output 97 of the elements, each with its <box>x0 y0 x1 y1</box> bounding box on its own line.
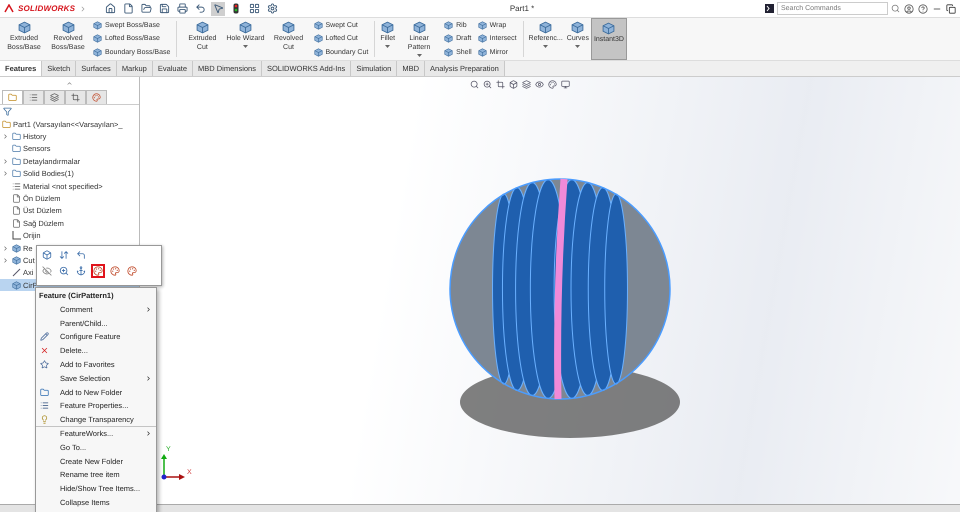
origin-icon <box>12 231 21 240</box>
cube-icon <box>238 21 252 34</box>
printer-icon[interactable] <box>175 2 190 16</box>
toolbar-button[interactable] <box>40 264 54 278</box>
panel-tab[interactable] <box>86 90 107 104</box>
collapse-icon[interactable] <box>66 80 73 86</box>
cube-icon <box>412 21 426 34</box>
list-icon <box>12 182 21 191</box>
sort-icon <box>59 250 69 260</box>
pointer-icon[interactable] <box>211 2 226 16</box>
palette-icon <box>92 92 101 102</box>
folder-icon <box>12 169 21 178</box>
caret-icon <box>242 44 248 48</box>
cube-icon <box>12 256 21 265</box>
toolbar-button[interactable] <box>91 264 105 278</box>
cube-icon[interactable] <box>509 80 518 89</box>
toolbar-button[interactable] <box>57 264 71 278</box>
search-icon[interactable] <box>470 80 479 89</box>
folder-icon <box>40 388 49 397</box>
axis-icon <box>12 268 21 278</box>
monitor-icon[interactable] <box>561 80 570 89</box>
caret-icon <box>385 44 390 48</box>
panel-tab[interactable] <box>44 90 65 104</box>
toolbar-button[interactable] <box>74 264 88 278</box>
panel-tab[interactable] <box>65 90 86 104</box>
zoom-icon[interactable] <box>483 80 492 89</box>
app-brand: SOLIDWORKS <box>18 4 76 13</box>
window-title: Part1 * <box>508 4 536 13</box>
list-icon <box>29 92 38 102</box>
grid-icon[interactable] <box>247 2 262 16</box>
expand-icon[interactable] <box>2 133 9 140</box>
cube-icon <box>93 34 102 44</box>
terminal-icon <box>765 4 774 13</box>
eye-icon[interactable] <box>535 80 544 89</box>
folder-icon <box>12 156 21 166</box>
cube-icon <box>12 244 21 253</box>
save-icon[interactable] <box>157 2 172 16</box>
settings-icon[interactable] <box>265 2 280 16</box>
restore-icon[interactable] <box>946 4 956 14</box>
folder-icon[interactable] <box>139 2 154 16</box>
crop-icon[interactable] <box>496 80 505 89</box>
cube-icon <box>314 48 322 57</box>
panel-tab[interactable] <box>23 90 44 104</box>
layers-icon[interactable] <box>522 80 531 89</box>
pencil-icon <box>40 332 49 342</box>
zoom-icon <box>59 266 69 276</box>
cube-icon <box>12 280 21 290</box>
cube-icon <box>571 21 584 34</box>
palette-icon[interactable] <box>548 80 557 89</box>
folder-icon <box>12 144 21 154</box>
delete-icon <box>40 346 49 356</box>
list-icon <box>40 401 49 410</box>
home-icon[interactable] <box>103 2 118 16</box>
cube-icon <box>62 21 74 34</box>
cube-icon <box>478 34 487 44</box>
help-icon[interactable] <box>918 4 928 14</box>
palette-icon <box>93 266 103 276</box>
cube-icon <box>478 21 487 30</box>
folder-icon <box>8 92 17 102</box>
back-arrow-icon <box>76 250 86 260</box>
cube-icon <box>444 21 454 30</box>
cube-icon <box>478 48 487 57</box>
cube-icon <box>602 22 616 35</box>
palette-icon <box>127 266 137 276</box>
plane-icon <box>12 194 21 204</box>
caret-icon <box>543 44 548 48</box>
cube-icon <box>196 21 209 34</box>
toolbar-button[interactable] <box>40 248 54 262</box>
cube-icon <box>381 21 394 34</box>
folder-icon <box>12 132 21 142</box>
cube-icon <box>42 250 52 260</box>
bulb-icon <box>40 415 49 424</box>
search-icon <box>891 4 900 13</box>
caret-icon <box>575 44 580 48</box>
anchor-icon <box>76 266 86 276</box>
plane-icon <box>12 218 21 228</box>
filter-icon[interactable] <box>3 107 12 116</box>
cube-icon <box>444 48 454 57</box>
cube-icon <box>539 21 552 34</box>
cube-icon <box>444 34 454 44</box>
cube-icon <box>93 48 102 57</box>
toolbar-button[interactable] <box>108 264 122 278</box>
palette-icon <box>110 266 120 276</box>
layers-icon <box>50 92 59 102</box>
user-icon[interactable] <box>904 4 914 14</box>
cube-icon <box>18 21 30 34</box>
logo-icon <box>4 4 14 13</box>
toolbar-button[interactable] <box>125 264 139 278</box>
cube-icon <box>282 21 295 34</box>
caret-icon <box>416 54 422 56</box>
cube-icon <box>93 21 102 30</box>
plane-icon <box>12 206 21 216</box>
cube-icon <box>314 21 322 30</box>
cube-icon <box>314 34 322 44</box>
hide-icon <box>42 266 52 276</box>
part-icon <box>2 120 11 129</box>
star-icon <box>40 360 49 370</box>
